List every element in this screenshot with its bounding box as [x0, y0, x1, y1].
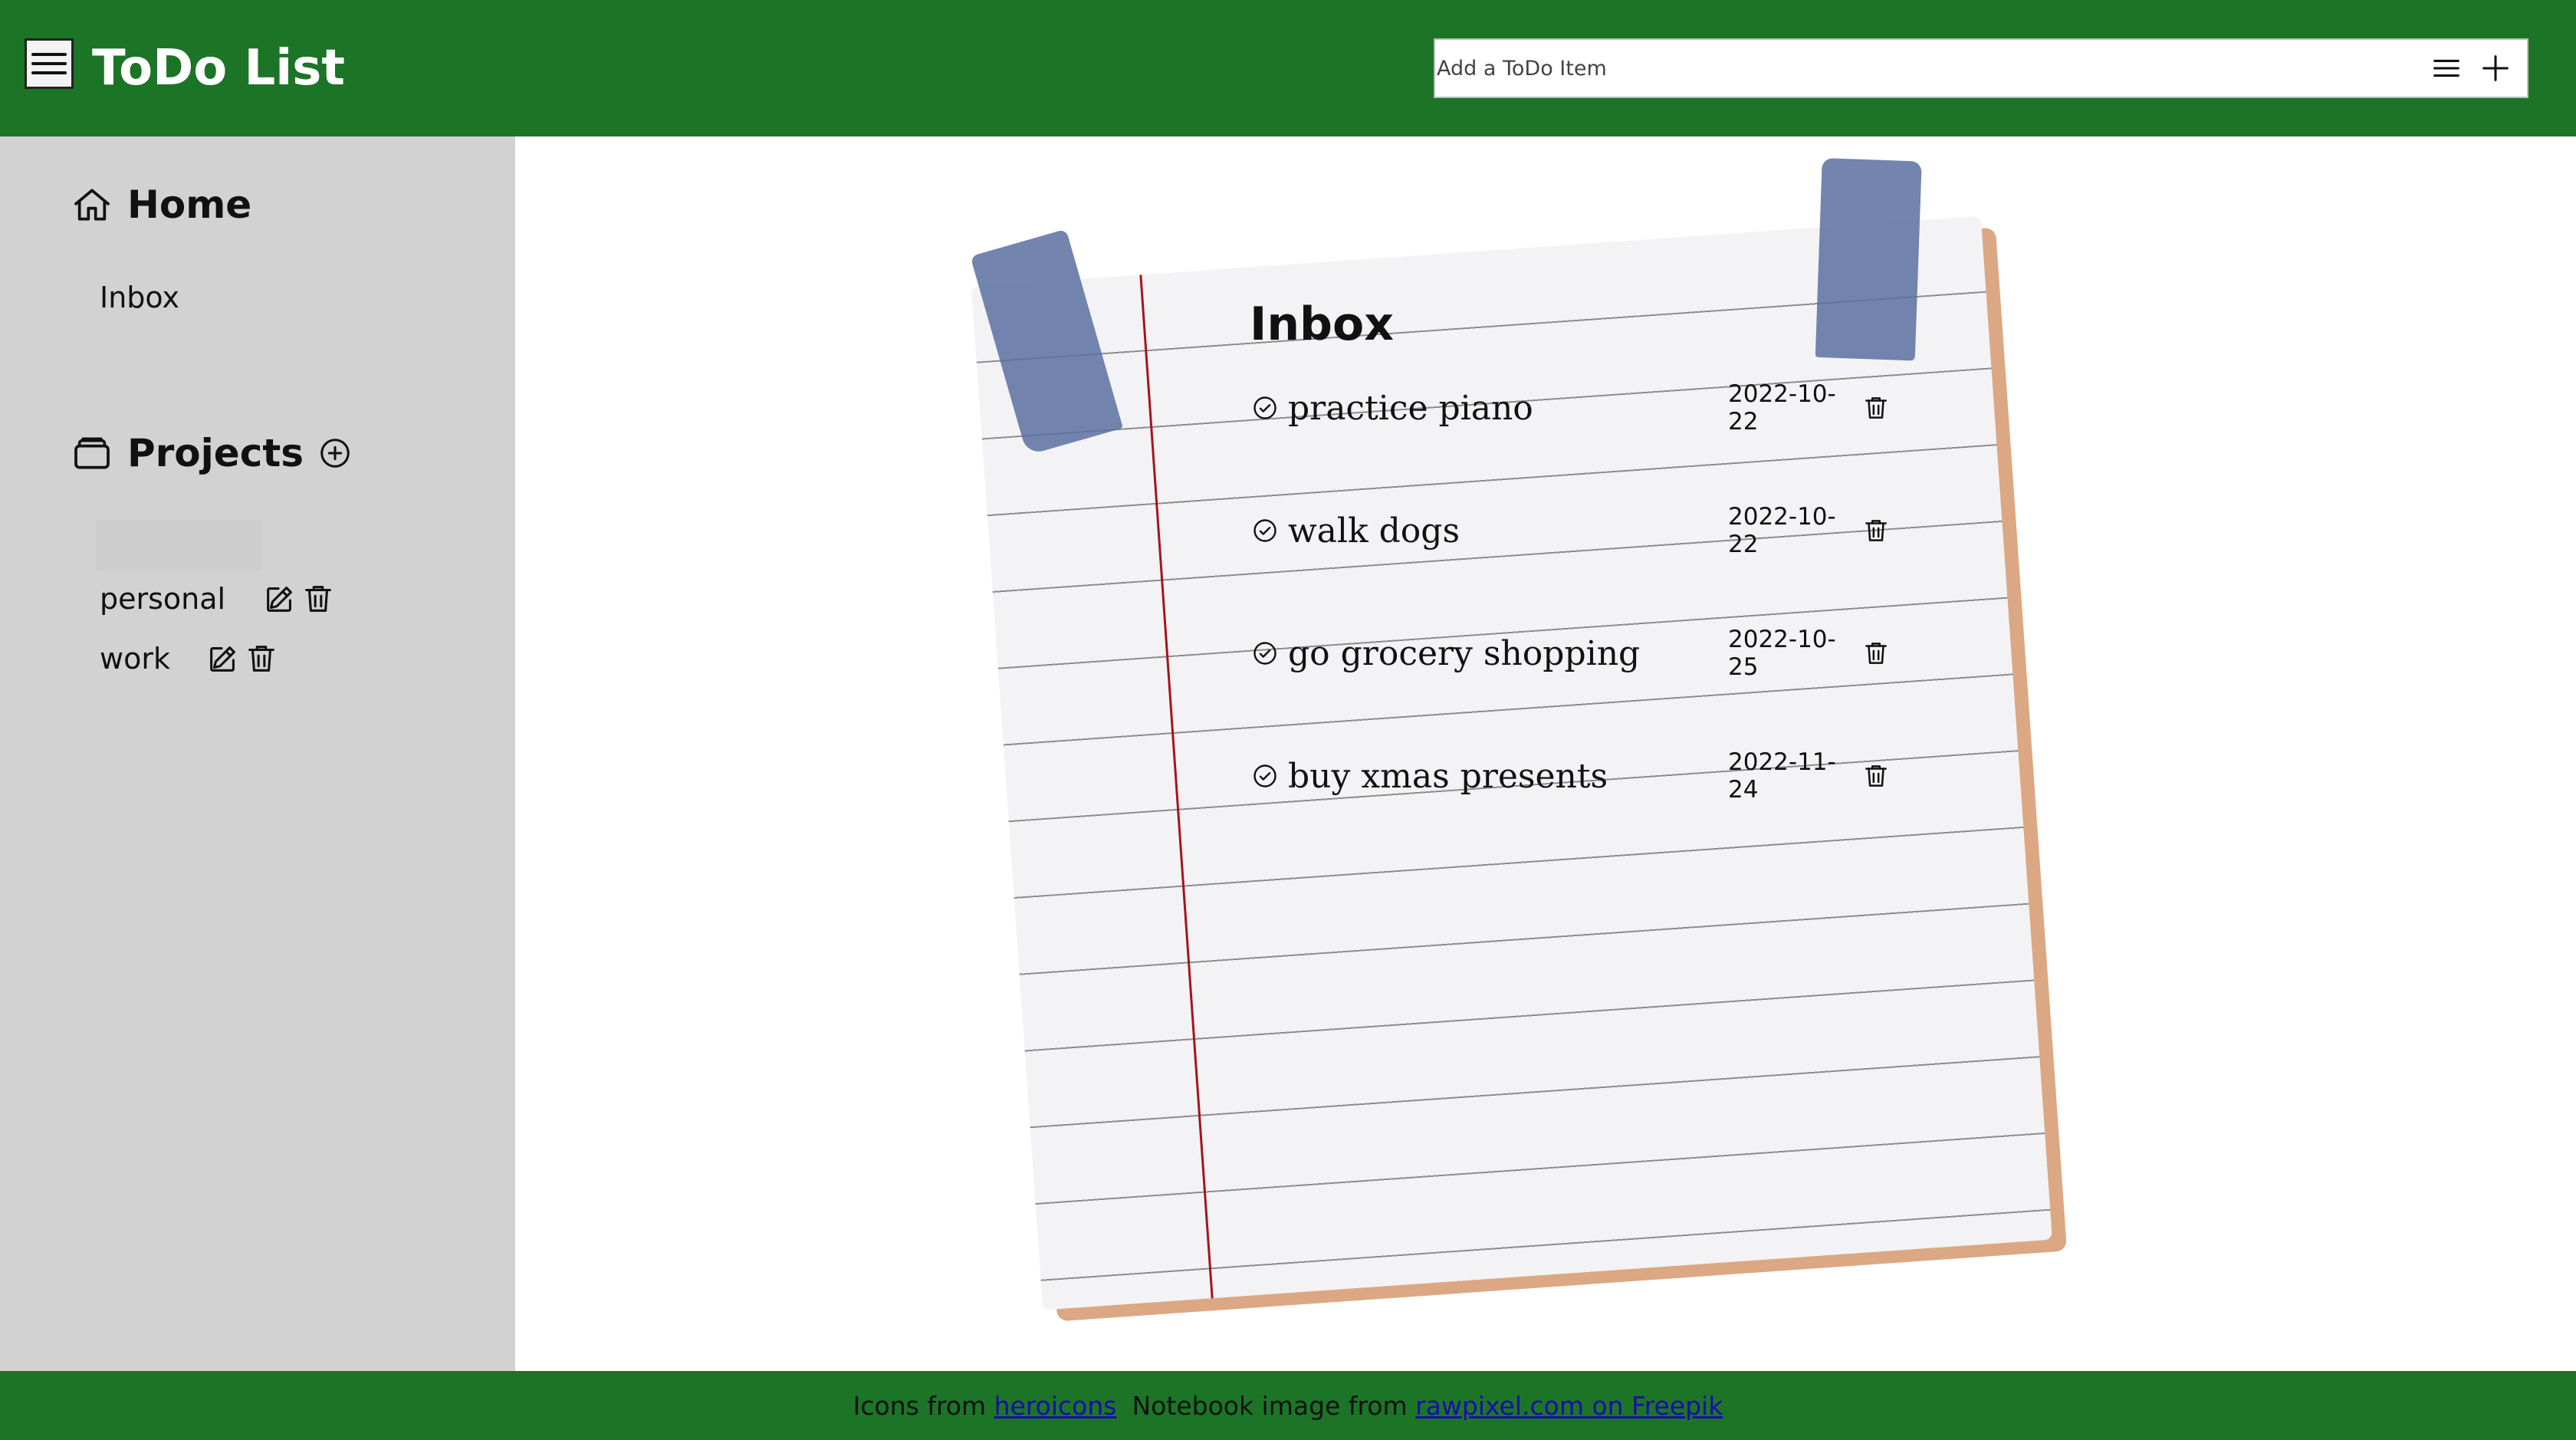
todo-date: 2022-10-22	[1728, 380, 1836, 436]
check-circle-icon[interactable]	[1251, 639, 1279, 667]
todo-task: practice piano	[1288, 388, 1533, 428]
project-tools	[205, 641, 279, 676]
plus-icon[interactable]	[2478, 51, 2513, 86]
hamburger-menu-button[interactable]	[25, 38, 74, 89]
home-heading[interactable]: Home	[71, 182, 251, 227]
trash-icon[interactable]	[1861, 639, 1891, 668]
menu-bar-line	[31, 62, 67, 65]
todo-item: practice piano 2022-10-22	[1251, 380, 1911, 436]
trash-icon[interactable]	[1861, 761, 1891, 791]
folder-stack-icon	[74, 437, 110, 469]
todo-task: go grocery shopping	[1288, 633, 1641, 673]
tape-strip	[1815, 158, 1922, 361]
projects-label: Projects	[127, 431, 304, 475]
trash-icon[interactable]	[1861, 516, 1891, 545]
app-title: ToDo List	[92, 40, 345, 97]
sidebar-item-personal[interactable]: personal	[100, 581, 336, 616]
sidebar-item-work[interactable]: work	[100, 641, 279, 676]
list-title: Inbox	[1250, 298, 1394, 351]
todo-date: 2022-10-22	[1728, 503, 1836, 558]
menu-bar-line	[31, 53, 67, 56]
add-todo-actions	[2429, 51, 2513, 86]
footer: Icons from heroicons Notebook image from …	[0, 1371, 2576, 1440]
add-todo-form	[1434, 38, 2528, 98]
new-project-placeholder	[97, 520, 262, 570]
todo-item: go grocery shopping 2022-10-25	[1251, 626, 1911, 681]
todo-date: 2022-11-24	[1728, 748, 1836, 804]
home-label: Home	[127, 182, 252, 227]
image-credit-text: Notebook image from	[1132, 1390, 1408, 1421]
edit-icon[interactable]	[262, 581, 297, 616]
project-tools	[262, 581, 336, 616]
trash-icon[interactable]	[301, 581, 336, 616]
project-name: work	[100, 642, 170, 676]
add-project-icon[interactable]	[317, 436, 353, 471]
sidebar: Home Inbox Projects personal work	[0, 136, 515, 1371]
add-todo-input[interactable]	[1437, 41, 2341, 95]
sidebar-item-inbox[interactable]: Inbox	[100, 281, 179, 314]
projects-heading: Projects	[71, 431, 353, 475]
top-bar: ToDo List	[0, 0, 2576, 136]
menu-bar-line	[31, 71, 67, 74]
todo-task: walk dogs	[1288, 511, 1460, 551]
todo-task: buy xmas presents	[1288, 756, 1608, 796]
edit-icon[interactable]	[205, 641, 241, 676]
todo-item: buy xmas presents 2022-11-24	[1251, 748, 1911, 804]
home-icon	[74, 189, 110, 221]
freepik-link[interactable]: rawpixel.com on Freepik	[1415, 1391, 1723, 1421]
trash-icon[interactable]	[244, 641, 279, 676]
icons-credit-text: Icons from	[853, 1390, 987, 1421]
todo-item: walk dogs 2022-10-22	[1251, 503, 1911, 558]
check-circle-icon[interactable]	[1251, 394, 1279, 422]
bars-icon[interactable]	[2429, 51, 2464, 86]
heroicons-link[interactable]: heroicons	[994, 1391, 1117, 1421]
todo-date: 2022-10-25	[1728, 626, 1836, 681]
project-name: personal	[100, 582, 226, 616]
trash-icon[interactable]	[1861, 393, 1891, 422]
paper-margin-line	[1139, 275, 1214, 1299]
check-circle-icon[interactable]	[1251, 517, 1279, 544]
check-circle-icon[interactable]	[1251, 762, 1279, 790]
